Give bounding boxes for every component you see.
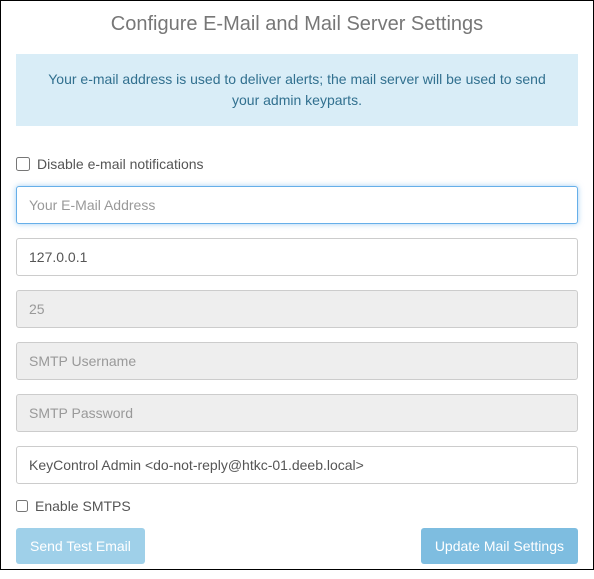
smtp-password-field[interactable]: [16, 394, 578, 432]
info-banner: Your e-mail address is used to deliver a…: [16, 54, 578, 126]
mail-server-field[interactable]: [16, 238, 578, 276]
update-mail-settings-button[interactable]: Update Mail Settings: [421, 528, 578, 564]
enable-smtps-label[interactable]: Enable SMTPS: [35, 498, 131, 514]
port-field[interactable]: [16, 290, 578, 328]
send-test-email-button[interactable]: Send Test Email: [16, 528, 145, 564]
enable-smtps-checkbox[interactable]: [16, 500, 28, 512]
page-title: Configure E-Mail and Mail Server Setting…: [16, 13, 578, 36]
from-address-field[interactable]: [16, 446, 578, 484]
settings-form: Configure E-Mail and Mail Server Setting…: [1, 1, 593, 579]
disable-notifications-label[interactable]: Disable e-mail notifications: [37, 156, 204, 172]
disable-notifications-checkbox[interactable]: [16, 157, 30, 171]
email-field[interactable]: [16, 186, 578, 224]
disable-notifications-row: Disable e-mail notifications: [16, 156, 578, 172]
smtp-username-field[interactable]: [16, 342, 578, 380]
enable-smtps-row: Enable SMTPS: [16, 498, 578, 514]
button-row: Send Test Email Update Mail Settings: [16, 528, 578, 564]
